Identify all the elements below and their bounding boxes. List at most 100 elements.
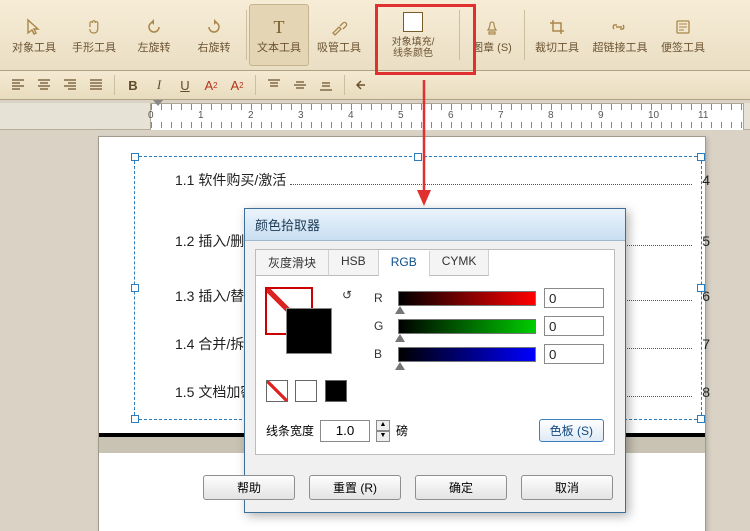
- rotate-left-tool[interactable]: 左旋转: [124, 4, 184, 66]
- link-icon: [610, 16, 630, 38]
- value-r[interactable]: [544, 288, 604, 308]
- hand-icon: [85, 16, 103, 38]
- tool-label: 文本工具: [257, 42, 301, 54]
- toc-page: 6: [696, 288, 710, 304]
- tool-label: 对象填充/线条颜色: [387, 37, 439, 59]
- toc-label: 1.3 插入/替: [175, 286, 244, 306]
- ruler-number: 2: [248, 110, 254, 121]
- valign-top-button[interactable]: [262, 73, 286, 97]
- ruler-number: 0: [148, 110, 154, 121]
- ruler-number: 4: [348, 110, 354, 121]
- tool-label: 右旋转: [198, 42, 231, 54]
- tool-label: 便签工具: [661, 42, 705, 54]
- ruler-number: 1: [198, 110, 204, 121]
- ruler-number: 6: [448, 110, 454, 121]
- selection-handle[interactable]: [131, 153, 139, 161]
- preset-white[interactable]: [295, 380, 317, 402]
- color-mode-tabs: 灰度滑块 HSB RGB CYMK: [255, 249, 615, 276]
- value-g[interactable]: [544, 316, 604, 336]
- main-toolbar: 对象工具 手形工具 左旋转 右旋转 T 文本工具 吸管工具 对象填充/线条颜色: [0, 0, 750, 71]
- undo-button[interactable]: [351, 73, 375, 97]
- slider-g[interactable]: [398, 319, 536, 334]
- ruler-number: 9: [598, 110, 604, 121]
- toc-page: 5: [696, 233, 710, 249]
- ruler-number: 7: [498, 110, 504, 121]
- signature-tool[interactable]: 便签工具: [653, 4, 713, 66]
- tool-label: 手形工具: [72, 42, 116, 54]
- fill-stroke-tool[interactable]: 对象填充/线条颜色: [369, 4, 457, 66]
- palette-button[interactable]: 色板 (S): [539, 419, 604, 442]
- underline-button[interactable]: U: [173, 73, 197, 97]
- toc-label: 1.5 文档加密: [175, 382, 254, 402]
- stamp-tool[interactable]: 图章 (S): [462, 4, 522, 66]
- align-center-button[interactable]: [32, 73, 56, 97]
- tool-label: 左旋转: [138, 42, 171, 54]
- line-width-unit: 磅: [396, 422, 408, 439]
- tab-grayscale[interactable]: 灰度滑块: [256, 250, 329, 276]
- selection-handle[interactable]: [131, 284, 139, 292]
- superscript-button[interactable]: A2: [199, 73, 223, 97]
- subscript-button[interactable]: A2: [225, 73, 249, 97]
- rotate-left-icon: [145, 16, 163, 38]
- ruler-container: 01234567891011: [0, 103, 750, 130]
- help-button[interactable]: 帮助: [203, 475, 295, 500]
- line-width-input[interactable]: [320, 420, 370, 442]
- note-icon: [674, 16, 692, 38]
- slider-b[interactable]: [398, 347, 536, 362]
- crop-tool[interactable]: 裁切工具: [527, 4, 587, 66]
- swap-colors-button[interactable]: ↺: [338, 288, 356, 302]
- value-b[interactable]: [544, 344, 604, 364]
- crop-icon: [548, 16, 566, 38]
- selection-handle[interactable]: [414, 153, 422, 161]
- line-width-label: 线条宽度: [266, 422, 314, 439]
- format-toolbar: B I U A2 A2: [0, 71, 750, 100]
- italic-button[interactable]: I: [147, 73, 171, 97]
- text-tool[interactable]: T 文本工具: [249, 4, 309, 66]
- slider-r[interactable]: [398, 291, 536, 306]
- tool-label: 吸管工具: [317, 42, 361, 54]
- toc-page: 8: [696, 384, 710, 400]
- toc-label: 1.2 插入/删: [175, 231, 244, 251]
- valign-middle-button[interactable]: [288, 73, 312, 97]
- text-icon: T: [269, 16, 289, 38]
- line-width-down[interactable]: ▼: [376, 431, 390, 442]
- align-justify-button[interactable]: [84, 73, 108, 97]
- cancel-button[interactable]: 取消: [521, 475, 613, 500]
- bold-button[interactable]: B: [121, 73, 145, 97]
- select-tool[interactable]: 对象工具: [4, 4, 64, 66]
- hand-tool[interactable]: 手形工具: [64, 4, 124, 66]
- ruler-number: 8: [548, 110, 554, 121]
- stamp-icon: [483, 16, 501, 38]
- selection-handle[interactable]: [697, 153, 705, 161]
- hyperlink-tool[interactable]: 超链接工具: [587, 4, 653, 66]
- valign-bottom-button[interactable]: [314, 73, 338, 97]
- preset-black[interactable]: [325, 380, 347, 402]
- eyedropper-tool[interactable]: 吸管工具: [309, 4, 369, 66]
- line-width-up[interactable]: ▲: [376, 420, 390, 431]
- align-left-button[interactable]: [6, 73, 30, 97]
- fill-swatch[interactable]: [286, 308, 332, 354]
- reset-button[interactable]: 重置 (R): [309, 475, 401, 500]
- rotate-right-tool[interactable]: 右旋转: [184, 4, 244, 66]
- selection-handle[interactable]: [131, 415, 139, 423]
- eyedropper-icon: [330, 16, 348, 38]
- toc-page: 7: [696, 336, 710, 352]
- dialog-title: 颜色拾取器: [245, 209, 625, 241]
- selection-handle[interactable]: [697, 415, 705, 423]
- channel-label-r: R: [374, 291, 390, 305]
- tab-cmyk[interactable]: CYMK: [430, 250, 490, 276]
- ok-button[interactable]: 确定: [415, 475, 507, 500]
- preset-none[interactable]: [266, 380, 288, 402]
- color-picker-dialog: 颜色拾取器 灰度滑块 HSB RGB CYMK ↺: [244, 208, 626, 513]
- align-right-button[interactable]: [58, 73, 82, 97]
- toc-label: 1.1 软件购买/激活: [175, 170, 286, 190]
- tab-hsb[interactable]: HSB: [329, 250, 379, 276]
- tool-label: 超链接工具: [593, 42, 648, 54]
- document-area: 1.1 软件购买/激活4 1.2 插入/删5 1.3 插入/替6 1.4 合并/…: [0, 130, 750, 531]
- horizontal-ruler[interactable]: 01234567891011: [150, 103, 744, 131]
- ruler-number: 5: [398, 110, 404, 121]
- channel-label-g: G: [374, 319, 390, 333]
- tab-rgb[interactable]: RGB: [379, 251, 430, 277]
- fill-icon: [403, 11, 423, 33]
- rotate-right-icon: [205, 16, 223, 38]
